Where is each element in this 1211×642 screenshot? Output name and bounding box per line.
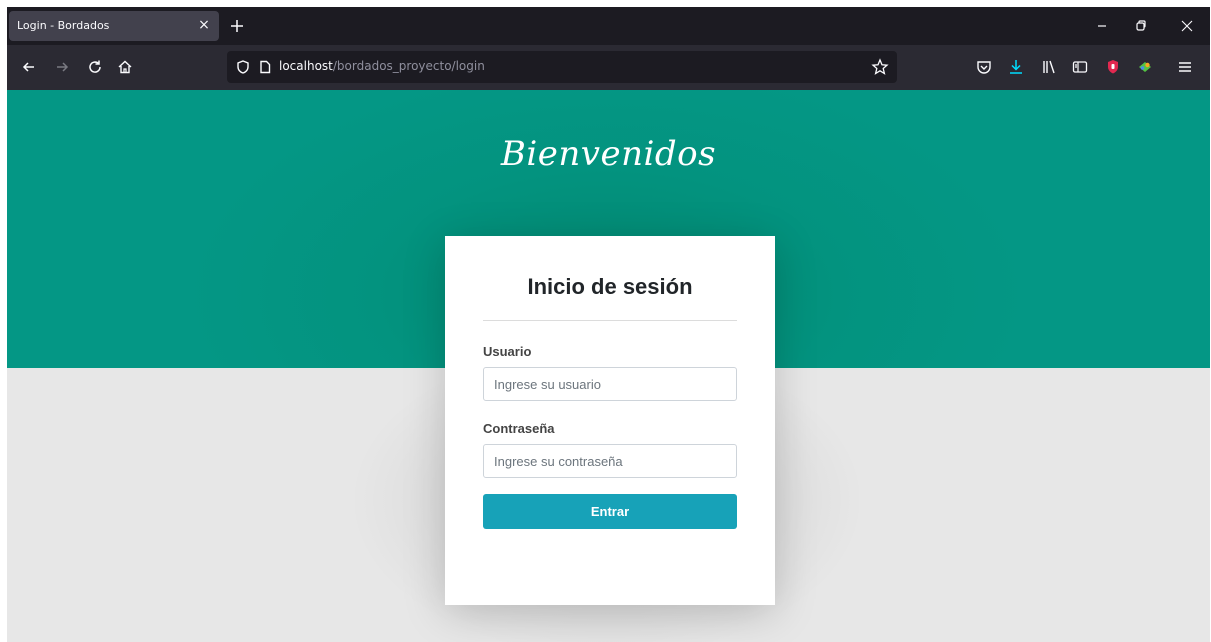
tab-strip: Login - Bordados × [7, 7, 1210, 45]
green-extension-button[interactable] [1135, 57, 1155, 77]
sidebar-button[interactable] [1070, 57, 1090, 77]
left-border [0, 0, 7, 642]
username-label: Usuario [483, 344, 532, 359]
url-path: /bordados_proyecto/login [332, 59, 485, 73]
restore-button[interactable] [1131, 16, 1151, 36]
welcome-heading: Bienvenidos [500, 134, 717, 174]
library-icon [1043, 60, 1055, 74]
submit-button[interactable]: Entrar [483, 494, 737, 529]
arrow-right-icon [57, 62, 69, 72]
new-tab-button[interactable] [227, 16, 247, 36]
close-window-button[interactable] [1177, 16, 1197, 36]
tracking-shield-icon[interactable] [235, 59, 251, 75]
hamburger-menu-icon [1179, 62, 1191, 72]
menu-button[interactable] [1175, 57, 1195, 77]
minimize-button[interactable] [1092, 16, 1112, 36]
red-extension-button[interactable] [1103, 57, 1123, 77]
downloads-button[interactable] [1006, 57, 1026, 77]
page-content: Bienvenidos Inicio de sesión Usuario Con… [7, 90, 1210, 642]
home-button[interactable] [115, 57, 135, 77]
green-extension-icon [1139, 62, 1151, 72]
username-input[interactable] [483, 367, 737, 401]
red-extension-icon [1108, 60, 1118, 74]
home-icon [118, 60, 132, 74]
url-text[interactable]: localhost/bordados_proyecto/login [279, 59, 485, 73]
star-icon[interactable] [871, 58, 889, 76]
reload-button[interactable] [85, 57, 105, 77]
arrow-left-icon [22, 62, 34, 72]
login-title: Inicio de sesión [527, 274, 693, 299]
back-button[interactable] [19, 57, 39, 77]
page-icon[interactable] [257, 59, 273, 75]
tab-close-icon[interactable]: × [195, 16, 213, 34]
forward-button[interactable] [52, 57, 72, 77]
restore-icon [1136, 20, 1146, 31]
download-icon [1010, 60, 1022, 74]
screen: Login - Bordados × localhost/bordados_pr… [0, 0, 1211, 642]
pocket-icon [977, 61, 991, 74]
sidebar-icon [1072, 61, 1088, 73]
tab-title: Login - Bordados [17, 19, 110, 32]
login-card: Inicio de sesión Usuario Contraseña Entr… [445, 236, 775, 605]
nav-bar: localhost/bordados_proyecto/login [7, 45, 1210, 90]
tab-login[interactable]: Login - Bordados × [9, 11, 219, 41]
password-input[interactable] [483, 444, 737, 478]
close-icon [1181, 20, 1193, 32]
browser-window: Login - Bordados × localhost/bordados_pr… [7, 7, 1210, 642]
password-label: Contraseña [483, 421, 555, 436]
minimize-icon [1098, 25, 1106, 27]
url-host: localhost [279, 59, 333, 73]
reload-icon [89, 60, 101, 73]
plus-icon [231, 20, 243, 32]
title-divider [483, 320, 737, 321]
library-button[interactable] [1039, 57, 1059, 77]
pocket-button[interactable] [974, 57, 994, 77]
url-bar[interactable]: localhost/bordados_proyecto/login [227, 51, 897, 83]
